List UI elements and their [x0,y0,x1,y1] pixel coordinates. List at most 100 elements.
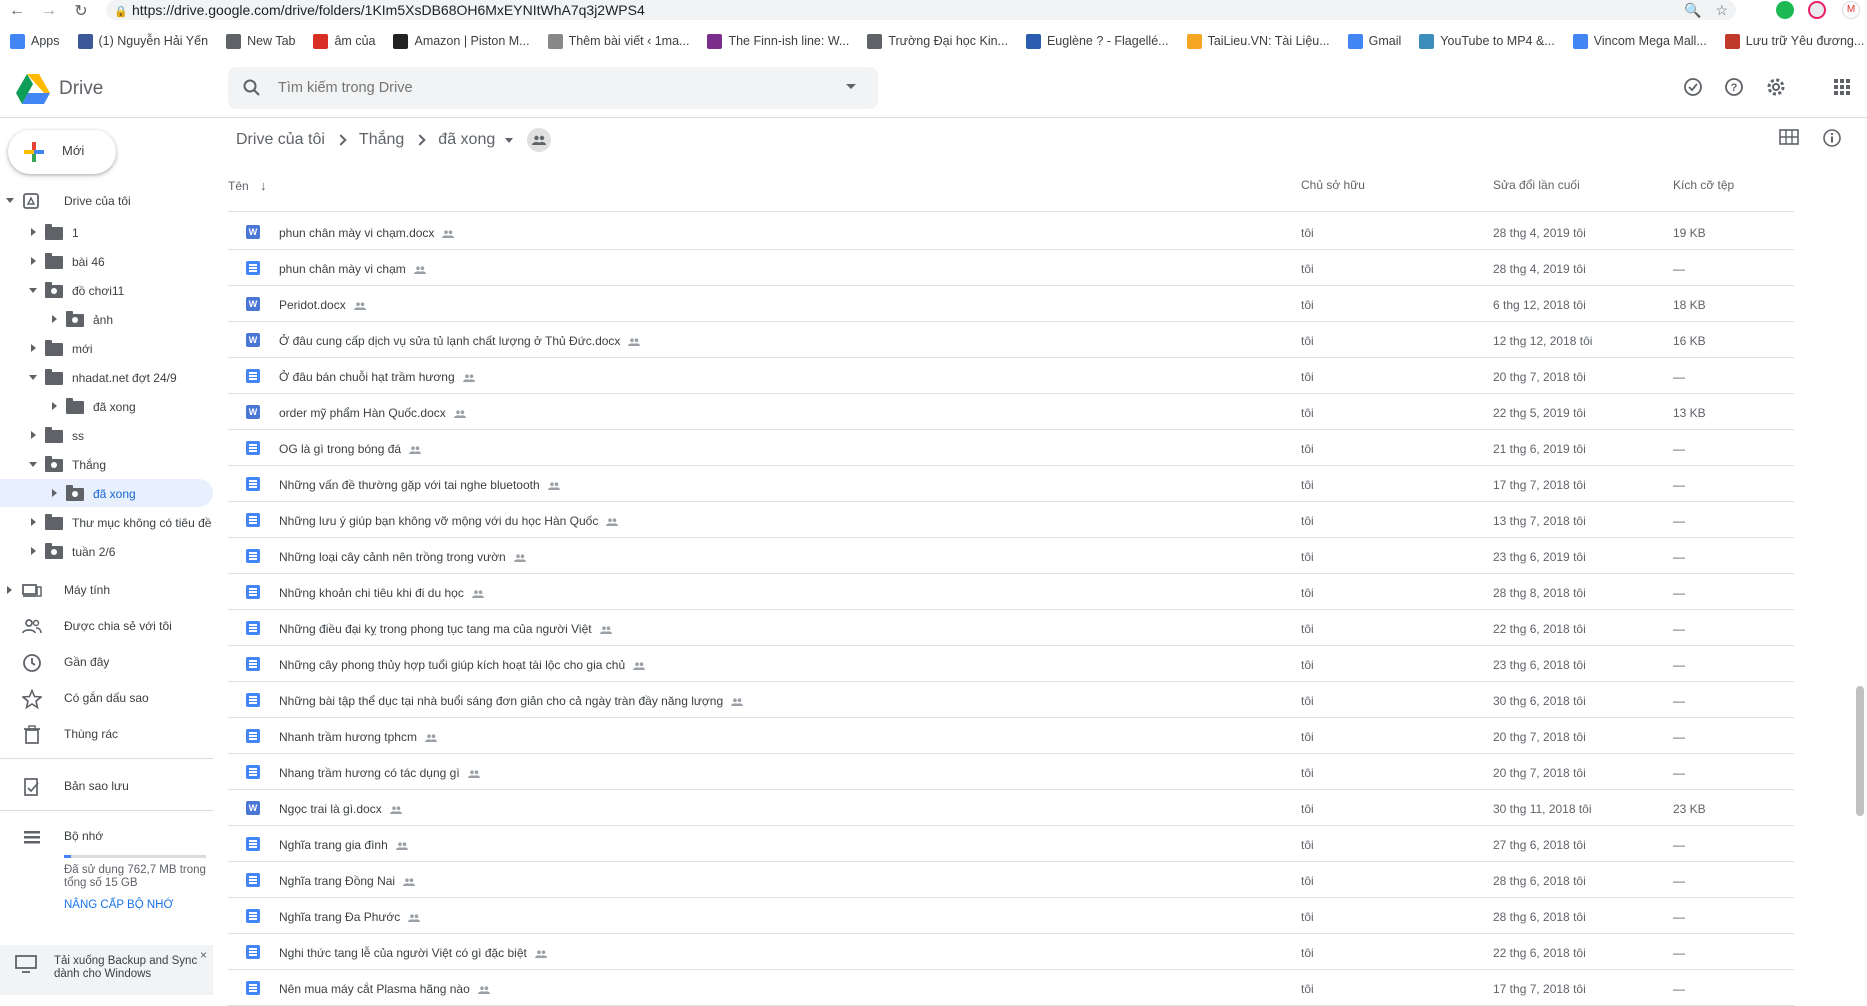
file-row[interactable]: Những cây phong thủy hợp tuổi giúp kích … [228,646,1794,682]
bookmark-item[interactable]: âm của [313,33,375,49]
sidebar-folder-item[interactable]: đồ chơi11 [0,276,213,304]
bookmark-item[interactable]: Lưu trữ Yêu đương... [1724,33,1864,49]
bookmark-item[interactable]: TaiLieu.VN: Tài Liệu... [1186,33,1330,49]
expand-arrow-icon[interactable] [6,198,14,203]
bookmark-item[interactable]: Amazon | Piston M... [393,33,530,49]
file-row[interactable]: Những loại cây cảnh nên trồng trong vườn… [228,538,1794,574]
grid-view-icon[interactable] [1779,129,1799,150]
file-row[interactable]: W Ngọc trai là gì.docx tôi 30 thg 11, 2018 … [228,790,1794,826]
file-row[interactable]: Nên mua máy cắt Plasma hãng nào tôi 17 thg… [228,970,1794,1006]
collapse-arrow-icon[interactable] [29,462,37,467]
sidebar-folder-item[interactable]: đã xong [0,479,213,507]
expand-arrow-icon[interactable] [31,257,36,265]
sidebar-folder-item[interactable]: Thắng [0,450,213,478]
sidebar-folder-item[interactable]: mới [0,334,213,362]
address-bar[interactable]: 🔒 https://drive.google.com/drive/folders… [106,0,1736,20]
promo-text[interactable]: Tải xuống Backup and Sync dành cho Windo… [54,955,197,981]
expand-arrow-icon[interactable] [52,489,57,497]
file-row[interactable]: Nghĩa trang Đồng Nai tôi 28 thg 6, 2018 tô… [228,862,1794,898]
search-options-caret-icon[interactable] [846,84,856,89]
new-button[interactable]: Mới [8,130,116,174]
sidebar-folder-item[interactable]: tuần 2/6 [0,537,213,565]
sidebar-item-shared-with-me[interactable]: Được chia sẻ với tôi [0,610,213,642]
breadcrumb-item-my-drive[interactable]: Drive của tôi [236,131,325,149]
sidebar-item-recent[interactable]: Gần đây [0,646,213,678]
file-row[interactable]: Nghĩa trang gia đình tôi 27 thg 6, 2018 tô… [228,826,1794,862]
bookmark-item[interactable]: Apps [10,33,60,49]
app-title[interactable]: Drive [59,78,103,100]
column-header-name[interactable]: Tên ↓ [228,178,267,193]
forward-arrow-icon[interactable]: → [38,0,60,22]
file-row[interactable]: Nhang trầm hương có tác dụng gì tôi 20 thg… [228,754,1794,790]
bookmark-item[interactable]: (1) Nguyễn Hải Yến [77,33,208,49]
expand-arrow-icon[interactable] [31,344,36,352]
google-apps-grid-icon[interactable] [1830,75,1854,99]
bookmark-item[interactable]: Euglène ? - Flagellé... [1025,33,1169,49]
file-row[interactable]: Wphun chân mày vi chạm.docx tôi 28 thg 4, … [228,214,1794,250]
sidebar-folder-item[interactable]: nhadat.net đợt 24/9 [0,363,213,391]
expand-arrow-icon[interactable] [52,315,57,323]
file-row[interactable]: Những điều đại kỵ trong phong tục tang m… [228,610,1794,646]
sort-down-arrow-icon[interactable]: ↓ [260,178,267,193]
extension-pink-icon[interactable] [1808,1,1826,19]
search-icon[interactable] [242,78,262,98]
zoom-icon[interactable]: 🔍 [1684,2,1701,19]
file-row[interactable]: Những vấn đề thường gặp với tai nghe blu… [228,466,1794,502]
file-row[interactable]: Ở đâu bán chuỗi hạt trầm hương tôi 20 thg … [228,358,1794,394]
bookmark-item[interactable]: New Tab [226,33,295,49]
extension-green-icon[interactable] [1776,1,1794,19]
drive-logo-icon[interactable] [16,74,50,104]
bookmark-item[interactable]: Trường Đại học Kin... [867,33,1008,49]
offline-ready-icon[interactable] [1681,75,1705,99]
file-row[interactable]: Nghĩa trang Đa Phước tôi 28 thg 6, 2018 tô… [228,898,1794,934]
sidebar-item-trash[interactable]: Thùng rác [0,718,213,750]
collapse-arrow-icon[interactable] [29,375,37,380]
help-icon[interactable]: ? [1722,75,1746,99]
bookmark-item[interactable]: Thêm bài viết ‹ 1ma... [547,33,689,49]
info-icon[interactable] [1822,128,1842,153]
bookmark-item[interactable]: Vincom Mega Mall... [1572,33,1707,49]
bookmark-item[interactable]: Gmail [1347,33,1401,49]
file-row[interactable]: Những khoản chi tiêu khi đi du học tôi 28 … [228,574,1794,610]
bookmark-item[interactable]: YouTube to MP4 &... [1419,33,1555,49]
collapse-arrow-icon[interactable] [29,288,37,293]
column-header-owner[interactable]: Chủ sở hữu [1301,178,1365,192]
bookmark-star-icon[interactable]: ☆ [1715,2,1728,19]
file-row[interactable]: Những bài tập thể dục tại nhà buổi sáng … [228,682,1794,718]
breadcrumb-item-thang[interactable]: Thắng [359,131,404,149]
column-header-size[interactable]: Kích cỡ tệp [1673,178,1734,192]
back-arrow-icon[interactable]: ← [6,0,28,22]
file-row[interactable]: Những lưu ý giúp bạn không vỡ mộng với d… [228,502,1794,538]
folder-menu-caret-icon[interactable] [505,137,514,143]
file-row[interactable]: Nghi thức tang lễ của người Việt có gì đ… [228,934,1794,970]
sidebar-item-my-drive[interactable]: Drive của tôi [0,186,213,214]
expand-arrow-icon[interactable] [31,431,36,439]
settings-gear-icon[interactable] [1764,75,1788,99]
file-row[interactable]: Nhanh trầm hương tphcm tôi 20 thg 7, 2018 … [228,718,1794,754]
sidebar-item-storage[interactable]: Bộ nhớ [0,820,213,852]
expand-arrow-icon[interactable] [31,547,36,555]
expand-arrow-icon[interactable] [31,228,36,236]
column-header-modified[interactable]: Sửa đổi lần cuối [1493,178,1580,192]
sidebar-folder-item[interactable]: ss [0,421,213,449]
search-box[interactable] [228,67,878,109]
expand-arrow-icon[interactable] [52,402,57,410]
gmail-extension-icon[interactable]: M [1842,1,1860,19]
file-row[interactable]: phun chân mày vi chạm tôi 28 thg 4, 2019 t… [228,250,1794,286]
file-row[interactable]: OG là gì trong bóng đá tôi 21 thg 6, 2019 … [228,430,1794,466]
file-row[interactable]: W Peridot.docx tôi 6 thg 12, 2018 tôi 18 KB [228,286,1794,322]
upgrade-storage-link[interactable]: NÂNG CẤP BỘ NHỚ [64,899,173,911]
sidebar-folder-item[interactable]: đã xong [0,392,213,420]
reload-icon[interactable]: ↻ [70,0,92,22]
sidebar-folder-item[interactable]: 1 [0,218,213,246]
expand-arrow-icon[interactable] [7,586,12,594]
shared-folder-people-icon[interactable] [527,128,552,152]
breadcrumb-item-current[interactable]: đã xong [438,131,495,149]
search-input[interactable] [278,77,778,99]
sidebar-folder-item[interactable]: ảnh [0,305,213,333]
bookmark-item[interactable]: The Finn-ish line: W... [707,33,849,49]
file-row[interactable]: Worder mỹ phẩm Hàn Quốc.docx tôi 22 thg 5,… [228,394,1794,430]
close-icon[interactable]: × [200,948,207,962]
file-row[interactable]: W Ở đâu cung cấp dịch vụ sửa tủ lạnh chất… [228,322,1794,358]
sidebar-item-computers[interactable]: Máy tính [0,574,213,606]
